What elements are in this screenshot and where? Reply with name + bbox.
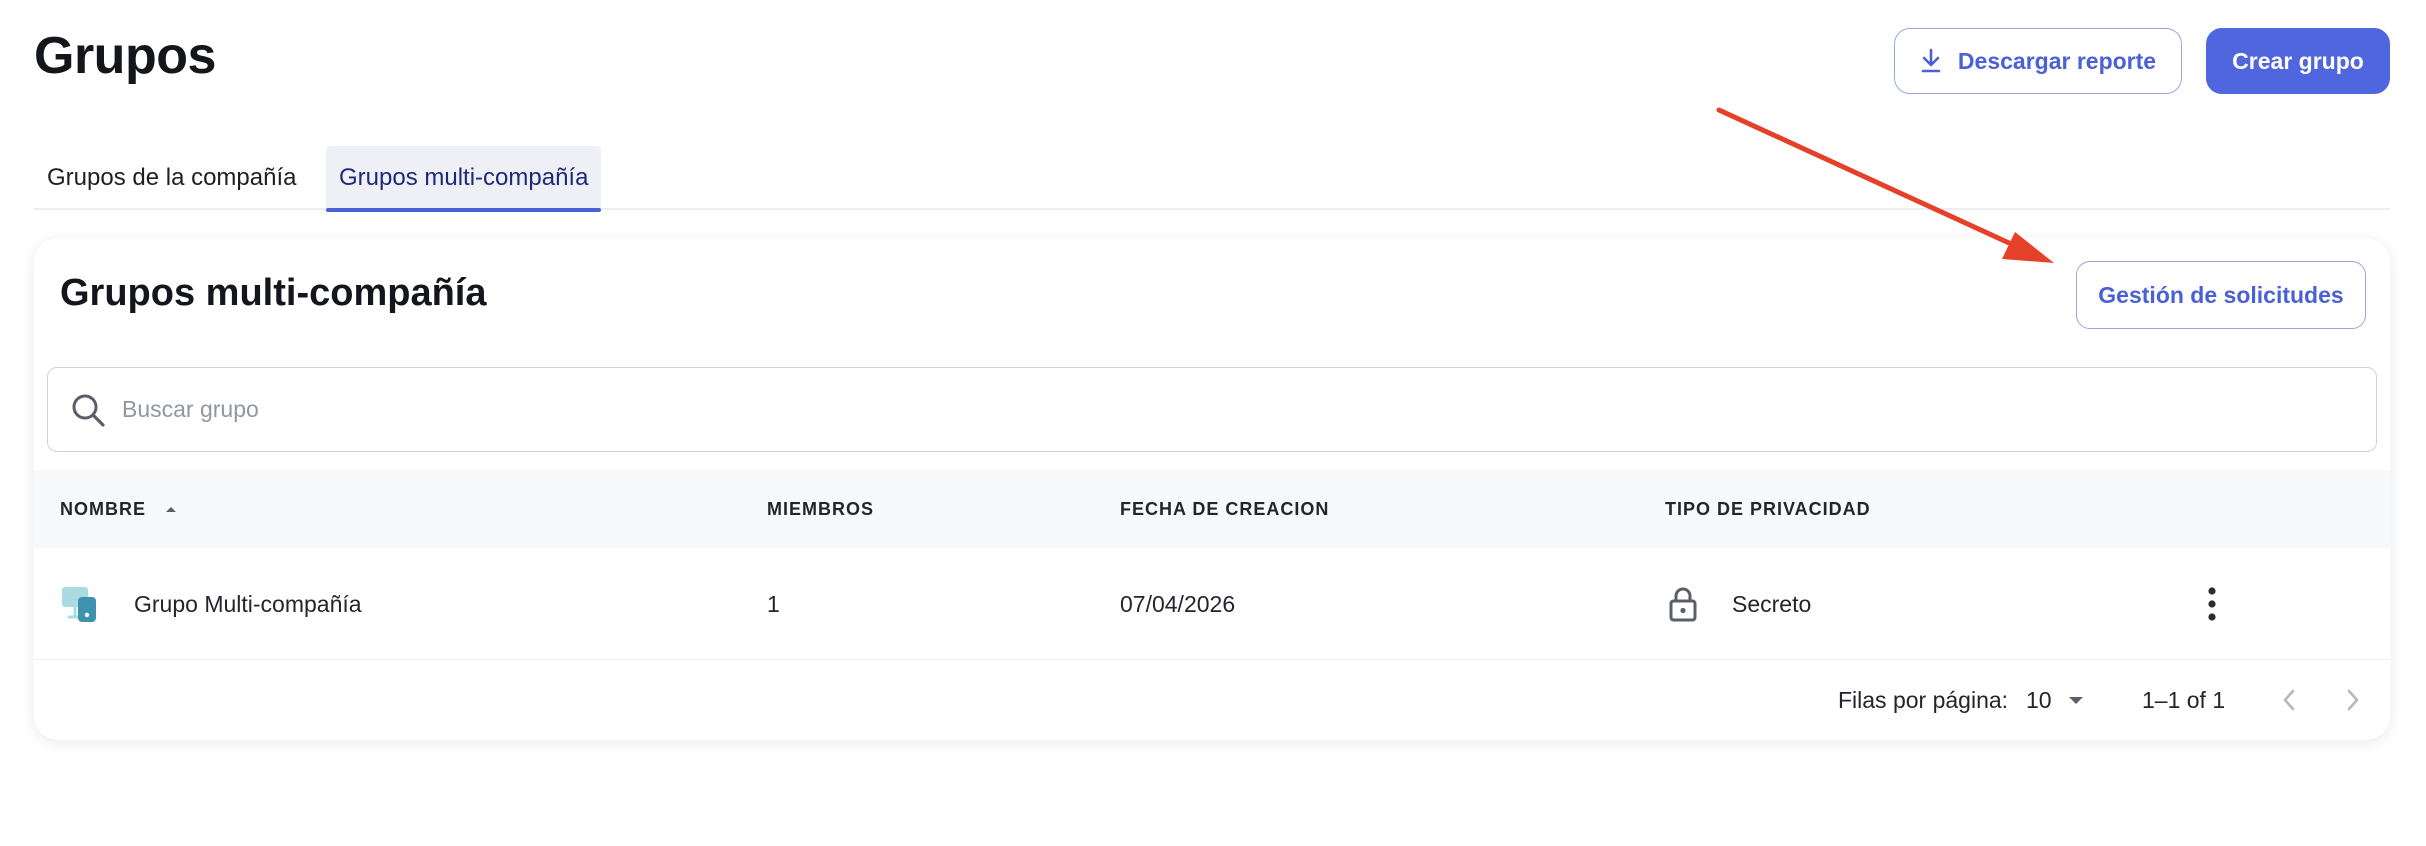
sort-ascending-icon	[166, 507, 176, 512]
group-privacy: Secreto	[1732, 590, 1812, 617]
table-row[interactable]: Grupo Multi-compañía 1 07/04/2026 Secret…	[34, 548, 2390, 660]
group-name-cell: Grupo Multi-compañía	[60, 548, 362, 660]
multi-company-groups-card: Grupos multi-compañía Buscar grupo NOMBR…	[34, 238, 2390, 740]
column-header-privacy[interactable]: TIPO DE PRIVACIDAD	[1665, 470, 1871, 548]
lock-icon	[1669, 587, 1697, 622]
create-group-button[interactable]: Crear grupo	[2206, 28, 2390, 94]
search-icon	[72, 394, 105, 427]
row-actions-menu-button[interactable]	[2197, 548, 2227, 660]
card-title: Grupos multi-compañía	[60, 272, 487, 314]
column-header-members[interactable]: MIEMBROS	[767, 470, 874, 548]
tab-multi-company-groups-label: Grupos multi-compañía	[339, 164, 589, 191]
column-header-created[interactable]: FECHA DE CREACION	[1120, 470, 1329, 548]
column-header-created-label: FECHA DE CREACION	[1120, 498, 1330, 519]
tab-bar: Grupos de la compañía Grupos multi-compa…	[34, 146, 2390, 212]
download-report-button[interactable]: Descargar reporte	[1894, 28, 2182, 94]
pagination-range: 1–1 of 1	[2142, 686, 2226, 713]
search-placeholder: Buscar grupo	[122, 396, 259, 422]
tab-company-groups-label: Grupos de la compañía	[47, 164, 297, 191]
tab-company-groups[interactable]: Grupos de la compañía	[34, 146, 309, 210]
tab-multi-company-groups[interactable]: Grupos multi-compañía	[326, 146, 602, 212]
rows-per-page-value: 10	[2026, 686, 2052, 713]
rows-per-page-label: Filas por página:	[1838, 686, 2009, 713]
column-header-privacy-label: TIPO DE PRIVACIDAD	[1665, 498, 1871, 519]
rows-per-page-select[interactable]: 10	[2026, 678, 2084, 722]
group-members: 1	[767, 590, 780, 617]
download-report-label: Descargar reporte	[1957, 47, 2157, 74]
manage-requests-button[interactable]: Gestión de solicitudes	[2076, 261, 2366, 329]
column-header-name[interactable]: NOMBRE	[60, 470, 178, 548]
next-page-button[interactable]	[2338, 678, 2368, 722]
chevron-down-icon	[2068, 697, 2083, 704]
column-header-members-label: MIEMBROS	[767, 498, 874, 519]
download-icon	[1921, 48, 1941, 73]
manage-requests-label: Gestión de solicitudes	[2098, 281, 2344, 308]
column-header-name-label: NOMBRE	[60, 498, 146, 519]
group-name[interactable]: Grupo Multi-compañía	[134, 591, 362, 618]
create-group-label: Crear grupo	[2232, 47, 2364, 74]
group-created-date: 07/04/2026	[1120, 590, 1236, 617]
group-screens-icon	[62, 587, 96, 622]
chevron-right-icon	[2347, 689, 2359, 711]
table-header: NOMBRE MIEMBROS FECHA DE CREACION TIPO D…	[34, 470, 2390, 548]
previous-page-button[interactable]	[2274, 678, 2304, 722]
group-privacy-cell: Secreto	[1668, 548, 1811, 660]
page-title: Grupos	[34, 27, 216, 85]
search-input[interactable]: Buscar grupo	[47, 367, 2377, 452]
more-vertical-icon	[2208, 587, 2216, 621]
chevron-left-icon	[2283, 689, 2295, 711]
